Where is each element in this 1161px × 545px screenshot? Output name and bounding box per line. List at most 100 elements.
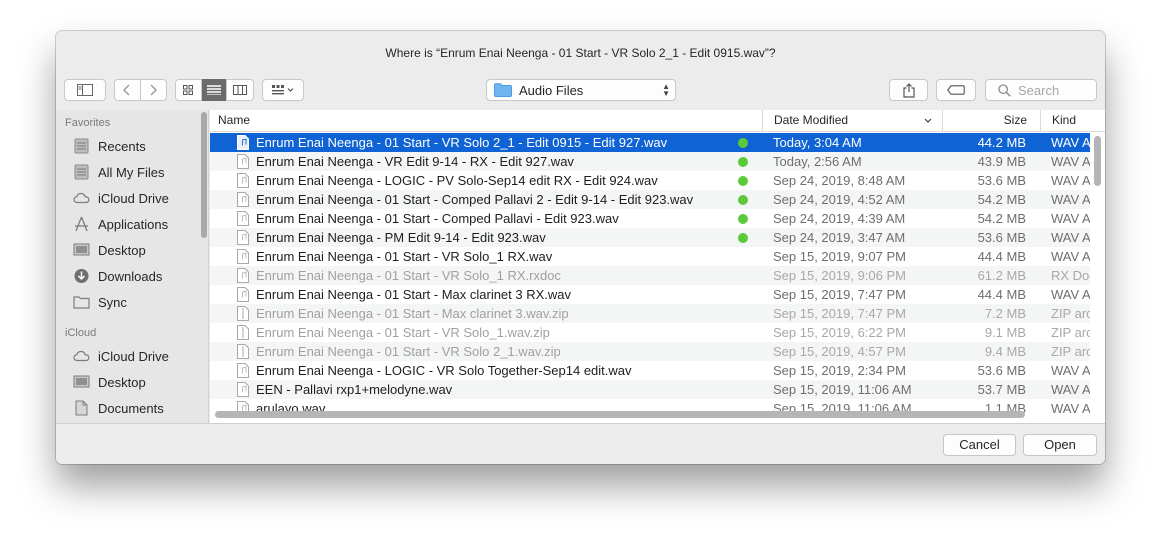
file-name: Enrum Enai Neenga - 01 Start - Comped Pa… (256, 192, 694, 207)
file-size: 53.7 MB (977, 382, 1026, 397)
tag-icon (947, 85, 965, 95)
file-row[interactable]: Enrum Enai Neenga - 01 Start - Max clari… (210, 304, 1090, 323)
file-kind: WAV A (1051, 401, 1090, 416)
zip-file-icon (237, 325, 249, 340)
desktop-icon (73, 243, 90, 256)
all-files-icon (74, 164, 89, 180)
file-date: Sep 24, 2019, 4:52 AM (773, 192, 906, 207)
file-kind: WAV A (1051, 135, 1090, 150)
audio-file-icon (237, 192, 249, 207)
sidebar-header-favorites: Favorites (65, 117, 111, 129)
file-kind: WAV A (1051, 249, 1090, 264)
column-view-icon (233, 85, 248, 95)
column-header-date[interactable]: Date Modified (762, 110, 942, 132)
file-name: Enrum Enai Neenga - VR Edit 9-14 - RX - … (256, 154, 574, 169)
file-kind: WAV A (1051, 154, 1090, 169)
view-mode-control (175, 79, 254, 101)
file-row[interactable]: Enrum Enai Neenga - PM Edit 9-14 - Edit … (210, 228, 1090, 247)
location-popup[interactable]: Audio Files ▲ ▼ (486, 79, 676, 101)
vertical-scrollbar[interactable] (1094, 136, 1101, 186)
sidebar-item-icloud-drive-2[interactable]: iCloud Drive (73, 345, 169, 367)
dialog-title: Where is “Enrum Enai Neenga - 01 Start -… (385, 46, 776, 60)
zip-file-icon (237, 344, 249, 359)
file-row[interactable]: Enrum Enai Neenga - LOGIC - VR Solo Toge… (210, 361, 1090, 380)
column-view-button[interactable] (227, 79, 253, 101)
sidebar-item-recents[interactable]: Recents (73, 135, 146, 157)
file-date: Sep 15, 2019, 7:47 PM (773, 287, 906, 302)
share-button[interactable] (889, 79, 928, 101)
file-kind: WAV A (1051, 230, 1090, 245)
document-file-icon (237, 268, 249, 283)
audio-file-icon (237, 173, 249, 188)
file-row[interactable]: Enrum Enai Neenga - 01 Start - Max clari… (210, 285, 1090, 304)
sidebar-item-sync[interactable]: Sync (73, 291, 127, 313)
file-row[interactable]: Enrum Enai Neenga - 01 Start - VR Solo_1… (210, 247, 1090, 266)
dialog-footer: Cancel Open (56, 423, 1105, 464)
file-row[interactable]: Enrum Enai Neenga - LOGIC - PV Solo-Sep1… (210, 171, 1090, 190)
share-icon (902, 82, 915, 98)
search-field[interactable]: Search (985, 79, 1097, 101)
file-size: 54.2 MB (977, 211, 1026, 226)
icon-view-icon (183, 85, 194, 95)
cancel-button[interactable]: Cancel (943, 434, 1016, 456)
back-icon (123, 84, 130, 96)
horizontal-scrollbar[interactable] (215, 411, 1025, 418)
sidebar-item-all-my-files[interactable]: All My Files (73, 161, 164, 183)
icon-view-button[interactable] (176, 79, 202, 101)
file-kind: ZIP arc (1051, 325, 1090, 340)
sidebar-item-icloud-desktop[interactable]: Desktop (73, 371, 146, 393)
file-row[interactable]: Enrum Enai Neenga - VR Edit 9-14 - RX - … (210, 152, 1090, 171)
sidebar-item-applications[interactable]: Applications (73, 213, 168, 235)
file-size: 53.6 MB (977, 173, 1026, 188)
sidebar-item-label: Sync (98, 294, 127, 310)
file-kind: WAV A (1051, 173, 1090, 188)
list-view-button[interactable] (201, 79, 228, 101)
file-row[interactable]: EEN - Pallavi rxp1+melodyne.wav Sep 15, 2… (210, 380, 1090, 399)
file-row[interactable]: Enrum Enai Neenga - 01 Start - Comped Pa… (210, 190, 1090, 209)
group-icon (272, 85, 294, 95)
file-row[interactable]: Enrum Enai Neenga - 01 Start - VR Solo_1… (210, 323, 1090, 342)
column-header-size[interactable]: Size (942, 110, 1040, 132)
file-size: 53.6 MB (977, 230, 1026, 245)
file-row[interactable]: Enrum Enai Neenga - 01 Start - VR Solo 2… (210, 133, 1090, 152)
sidebar-item-documents[interactable]: Documents (73, 397, 164, 419)
column-header-kind[interactable]: Kind (1040, 110, 1105, 132)
file-row[interactable]: Enrum Enai Neenga - 01 Start - VR Solo 2… (210, 342, 1090, 361)
tag-button[interactable] (936, 79, 976, 101)
desktop-icon (73, 375, 90, 388)
file-name: Enrum Enai Neenga - 01 Start - Max clari… (256, 287, 572, 302)
forward-icon (150, 84, 158, 96)
group-by-button[interactable] (262, 79, 304, 101)
file-size: 53.6 MB (977, 363, 1026, 378)
green-tag-icon (738, 138, 748, 148)
sidebar-item-icloud-drive[interactable]: iCloud Drive (73, 187, 169, 209)
file-date: Today, 3:04 AM (773, 135, 862, 150)
sidebar-item-downloads[interactable]: Downloads (73, 265, 162, 287)
sidebar: Favorites Recents All My Files iCloud Dr… (56, 110, 209, 423)
file-size: 43.9 MB (977, 154, 1026, 169)
sidebar-scrollbar[interactable] (201, 112, 207, 238)
documents-icon (75, 400, 88, 416)
sidebar-header-icloud: iCloud (65, 327, 97, 339)
audio-file-icon (237, 287, 249, 302)
file-size: 9.4 MB (984, 344, 1026, 359)
file-date: Sep 15, 2019, 9:07 PM (773, 249, 906, 264)
forward-button[interactable] (141, 79, 166, 101)
file-kind: RX Doc (1051, 268, 1090, 283)
search-icon (998, 83, 1011, 97)
column-header-name[interactable]: Name (218, 110, 250, 132)
file-size: 44.4 MB (977, 249, 1026, 264)
file-date: Sep 24, 2019, 4:39 AM (773, 211, 906, 226)
sidebar-item-desktop[interactable]: Desktop (73, 239, 146, 261)
file-row[interactable]: Enrum Enai Neenga - 01 Start - Comped Pa… (210, 209, 1090, 228)
back-button[interactable] (115, 79, 141, 101)
open-file-dialog: Where is “Enrum Enai Neenga - 01 Start -… (56, 31, 1105, 464)
folder-icon (73, 296, 90, 309)
open-button[interactable]: Open (1023, 434, 1097, 456)
file-name: Enrum Enai Neenga - 01 Start - VR Solo 2… (256, 344, 561, 359)
file-date: Sep 24, 2019, 8:48 AM (773, 173, 906, 188)
file-date: Sep 15, 2019, 7:47 PM (773, 306, 906, 321)
file-row[interactable]: Enrum Enai Neenga - 01 Start - VR Solo_1… (210, 266, 1090, 285)
sidebar-toggle-button[interactable] (64, 79, 106, 101)
file-date: Sep 15, 2019, 6:22 PM (773, 325, 906, 340)
